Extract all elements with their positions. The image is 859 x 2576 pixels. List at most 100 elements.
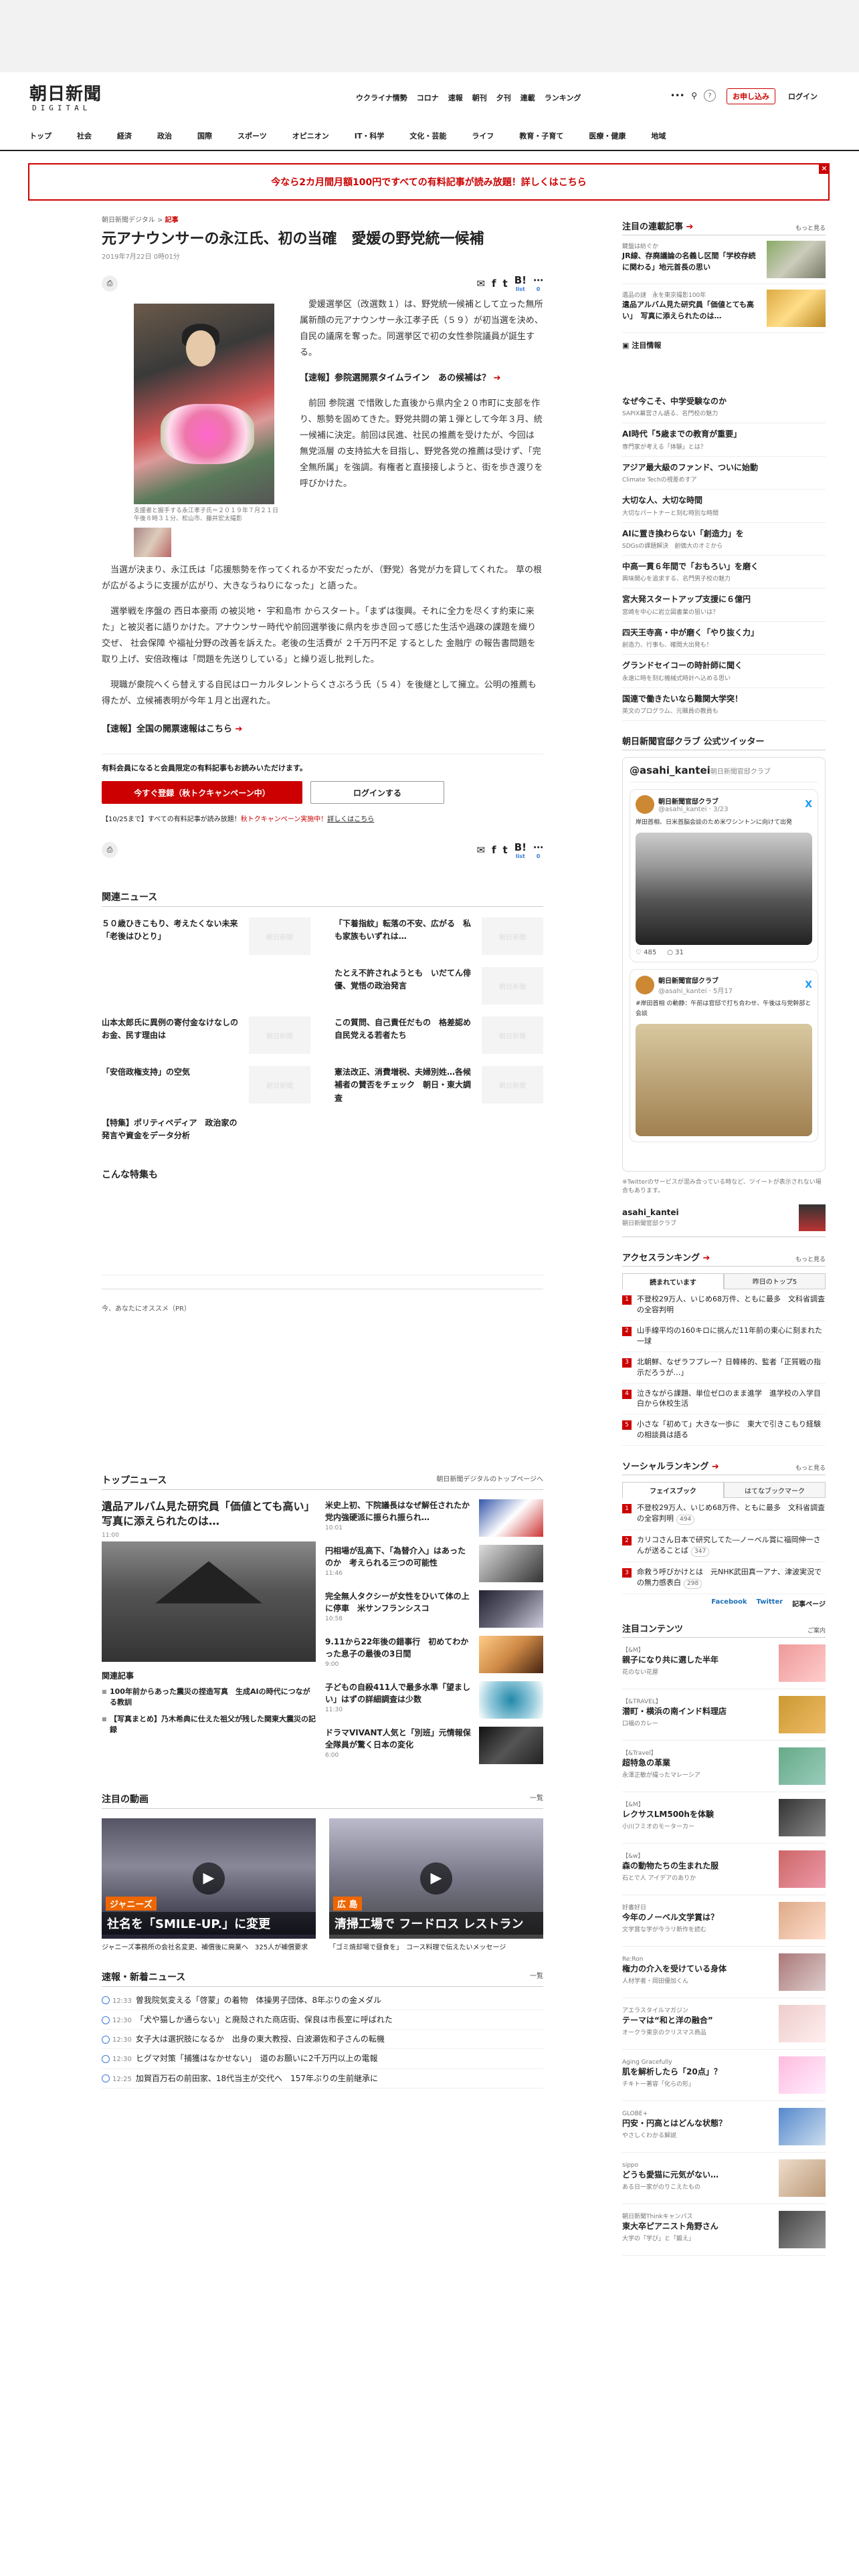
tweet[interactable]: 朝日新聞官邸クラブ @asahi_kantei · 3/23 X 岸田首相、日米首脳…	[630, 788, 818, 963]
related-item[interactable]: たとえ不許されようとも いだてん俳優、覚悟の政治発言 朝日新聞	[335, 967, 543, 1005]
side-series-title[interactable]: 注目の連載記事	[622, 219, 693, 232]
tab-read[interactable]: 読まれています	[622, 1273, 724, 1289]
topnews-related-item[interactable]: 【写真まとめ】乃木希典に仕えた祖父が残した関東大震災の記録	[102, 1714, 316, 1736]
side-info-item[interactable]: グランドセイコーの時計師に聞く 永遠に時を刻む機械式時計へ込める思い	[622, 655, 826, 688]
nav-economy[interactable]: 経済	[117, 127, 132, 150]
breaking-item[interactable]: 12:30 「犬や猫しか通らない」と廃殻された商店街、保良は市長室に呼ばれた	[102, 2010, 543, 2030]
rank-item[interactable]: 4 泣きながら課題、単位ゼロのまま進学 進学校の入学目白から休校生活	[622, 1384, 826, 1415]
facebook-icon[interactable]: f	[492, 278, 496, 290]
nav-health[interactable]: 医療・健康	[589, 127, 626, 150]
tab-yesterday[interactable]: 昨日のトップ5	[724, 1273, 826, 1289]
rank-item[interactable]: 5 小さな「初めて」大きな一歩に 東大で引きこもり経験の相談員は語る	[622, 1414, 826, 1446]
side-pick-item[interactable]: 鍵盤は紡ぐか JR線、存廃議論の名義し区間「学校存続に関わる」地元首長の思い	[622, 235, 826, 284]
topnews-item[interactable]: 子どもの自殺411人で最多水準「望ましい」はずの詳細調査は少数 11:30	[325, 1681, 543, 1719]
tweet-image[interactable]	[636, 833, 812, 946]
results-link[interactable]: 【速報】全国の開票速報はこちら	[102, 724, 242, 734]
social-rank-item[interactable]: 1 不登校29万人、いじめ68万件、ともに最多 文科省調査の全容判明 494	[622, 1498, 826, 1531]
header-link-evening[interactable]: 夕刊	[496, 92, 511, 103]
tweet-image[interactable]	[636, 1024, 812, 1137]
tab-facebook[interactable]: フェイスブック	[622, 1482, 724, 1499]
side-info-item[interactable]: 宮大発スタートアップ支援に６億円 宮崎を中心に岩立図書業の狙いは？	[622, 588, 826, 622]
rank-item[interactable]: 1 不登校29万人、いじめ68万件、ともに最多 文科省調査の全容判明	[622, 1289, 826, 1321]
side-info-item[interactable]: 国連で働きたいなら難関大学突！ 英文のプログラム、元職員の教員も	[622, 688, 826, 721]
rank-item[interactable]: 3 北朝鮮、なぜラフプレー？日韓棒的、監者「正質戦の指示だろうが…」	[622, 1352, 826, 1384]
help-icon[interactable]: ?	[704, 90, 717, 102]
side-info-item[interactable]: なぜ今こそ、中学受験なのか SAPIX幕営さん語る、名門校の魅力	[622, 391, 826, 424]
content-item[interactable]: Re:Ron 権力の介入を受けている身体 人材学者・岡田優加くん	[622, 1947, 826, 1999]
social-rank-item[interactable]: 2 カリコさん日本で研究してた―ノーベル賞に福岡伸一さんが送ることば 347	[622, 1530, 826, 1563]
nav-international[interactable]: 国際	[197, 127, 212, 150]
breaking-item[interactable]: 12:25 加賀百万石の前田家、18代当主が交代へ 157年ぶりの生前継承に	[102, 2069, 543, 2088]
nav-life[interactable]: ライフ	[472, 127, 494, 150]
article-photo[interactable]: 支援者と握手する永江孝子氏＝２０１９年７月２１日午後８時３１分、松山市、藤井宏太…	[134, 303, 284, 557]
site-logo[interactable]: 朝日新聞 DIGITAL	[29, 80, 102, 112]
contents-more-link[interactable]: ご案内	[807, 1626, 826, 1634]
header-link-corona[interactable]: コロナ	[417, 92, 439, 103]
tab-hatena[interactable]: はてなブックマーク	[724, 1482, 826, 1499]
content-item[interactable]: 好書好日 今年のノーベル文学賞は？ 文学賞な学が今ラリ新作を読む	[622, 1895, 826, 1947]
video-item[interactable]: ▶ 広 島 清掃工場で フードロス レストラン 「ゴミ焼却場で昼食を」 コース料…	[329, 1818, 543, 1953]
breaking-item[interactable]: 12:30 女子大は選択肢になるか 出身の東大教授、白波瀬佐和子さんの転機	[102, 2030, 543, 2050]
nav-society[interactable]: 社会	[77, 127, 92, 150]
facebook-link[interactable]: Facebook	[711, 1598, 747, 1608]
nav-politics[interactable]: 政治	[157, 127, 172, 150]
login-button[interactable]: ログインする	[310, 781, 444, 804]
close-icon[interactable]: ×	[819, 163, 830, 174]
social-rank-item[interactable]: 3 命救う呼びかけとは 元NHK武田真一アナ、津波実況での無力感表白 298	[622, 1562, 826, 1595]
content-item[interactable]: 【&M】 レクサスLM500hを体験 小川フミオのモーターカー	[622, 1792, 826, 1844]
more-menu-icon[interactable]: •••	[670, 91, 684, 100]
header-link-breaking[interactable]: 速報	[448, 92, 463, 103]
content-item[interactable]: 【&TRAVEL】 潜町・横浜の南インド料理店 口福のカレー	[622, 1689, 826, 1741]
social-more-link[interactable]: もっと見る	[795, 1463, 826, 1472]
twitter-link[interactable]: Twitter	[757, 1598, 783, 1608]
nav-it-science[interactable]: IT・科学	[355, 127, 385, 150]
nav-education[interactable]: 教育・子育て	[519, 127, 563, 150]
mail-icon[interactable]: ✉	[476, 844, 485, 856]
like-icon[interactable]: ♡ 485	[636, 949, 656, 956]
campaign-line[interactable]: 【10/25まで】すべての有料記事が読み放題！秋トクキャンペーン実施中！詳しくは…	[102, 813, 543, 823]
header-link-morning[interactable]: 朝刊	[472, 92, 487, 103]
videos-more-link[interactable]: 一覧	[530, 1792, 543, 1806]
print-icon[interactable]: ⎙	[102, 275, 118, 292]
topnews-more-link[interactable]: 朝日新聞デジタルのトップページへ	[436, 1473, 543, 1487]
play-icon[interactable]: ▶	[193, 1862, 225, 1895]
subscribe-button[interactable]: お申し込み	[727, 88, 775, 104]
nav-region[interactable]: 地域	[651, 127, 666, 150]
content-item[interactable]: 【&Travel】 超特急の革業 永澤正敏が撮ったマレーシア	[622, 1741, 826, 1793]
side-info-item[interactable]: 大切な人、大切な時間 大切なパートナーと刻む時別な時間	[622, 490, 826, 523]
play-icon[interactable]: ▶	[420, 1862, 452, 1895]
related-item[interactable]: この質問、自己責任だもの 格差認め自民党える若者たち 朝日新聞	[335, 1016, 543, 1055]
topnews-item[interactable]: 米史上初、下院議長はなぜ解任されたか 党内強硬派に振られ振られ… 10:01	[325, 1499, 543, 1537]
nav-culture[interactable]: 文化・芸能	[409, 127, 446, 150]
access-more-link[interactable]: もっと見る	[795, 1255, 826, 1263]
content-item[interactable]: アエラスタイルマガジン テーマは“和と洋の融合” オークラ東京のクリスマス商品	[622, 1998, 826, 2050]
related-item[interactable]: 【特集】ポリティペディア 政治家の発言や資金をデータ分析	[102, 1117, 310, 1154]
header-link-ranking[interactable]: ランキング	[545, 92, 581, 103]
login-link[interactable]: ログイン	[788, 91, 818, 102]
nav-top[interactable]: トップ	[29, 127, 52, 150]
side-info-item[interactable]: アジア最大級のファンド、ついに始動 Climate Techの視差めすア	[622, 457, 826, 490]
related-item[interactable]: 「安倍政権支持」の空気 朝日新聞	[102, 1066, 310, 1105]
print-icon[interactable]: ⎙	[102, 842, 118, 859]
side-pick-item[interactable]: 遺品の謎 永を東京撮影100年 遺品アルバム見た研究員「価値とても高い」 写真に添…	[622, 284, 826, 333]
breaking-item[interactable]: 12:30 ヒグマ対策「捕獲はなかせない」 道のお願いに2千万円以上の電報	[102, 2049, 543, 2069]
photo-thumbnail[interactable]	[134, 527, 171, 557]
twitter-embed[interactable]: @asahi_kantei朝日新聞官邸クラブ 朝日新聞官邸クラブ @asahi_k…	[622, 756, 826, 1172]
topnews-item[interactable]: 9.11から22年後の錯事行 初めてわかった息子の最後の3日間 9:00	[325, 1635, 543, 1673]
content-item[interactable]: 【&M】 親子になり共に選した半年 花のない花屋	[622, 1638, 826, 1690]
topnews-item[interactable]: ドラマVIVANT人気と「別班」元情報保全隊員が驚く日本の変化 6:00	[325, 1726, 543, 1764]
share-more-icon[interactable]: ⋯ 0	[533, 274, 543, 292]
content-item[interactable]: GLOBE+ 円安・円高とはどんな状態？ やさしくわかる解説	[622, 2101, 826, 2153]
register-now-button[interactable]: 今すぐ登録（秋トクキャンペーン中）	[102, 781, 302, 804]
side-info-item[interactable]: AI時代「5歳までの教育が重要」 専門家が考える「体験」とは？	[622, 423, 826, 457]
side-info-item[interactable]: AIに置き換わらない「創造力」を SDGsの課題解決 創価大のオミから	[622, 523, 826, 556]
topnews-main-title[interactable]: 遺品アルバム見た研究員「価値とても高い」 写真に添えられたのは…	[102, 1500, 320, 1527]
nav-sports[interactable]: スポーツ	[237, 127, 267, 150]
breaking-more-link[interactable]: 一覧	[530, 1970, 543, 1983]
rank-item[interactable]: 2 山手線平均の160キロに挑んだ11年前の東心に刻まれた一球	[622, 1321, 826, 1352]
content-item[interactable]: Aging Gracefully 肌を解析したら「20点」？ チキトー著容「化らの形…	[622, 2050, 826, 2102]
hatena-icon[interactable]: B! list	[514, 274, 527, 292]
article-page-link[interactable]: 記事ページ	[792, 1598, 826, 1608]
topnews-main-image[interactable]	[102, 1541, 316, 1662]
nav-opinion[interactable]: オピニオン	[292, 127, 329, 150]
